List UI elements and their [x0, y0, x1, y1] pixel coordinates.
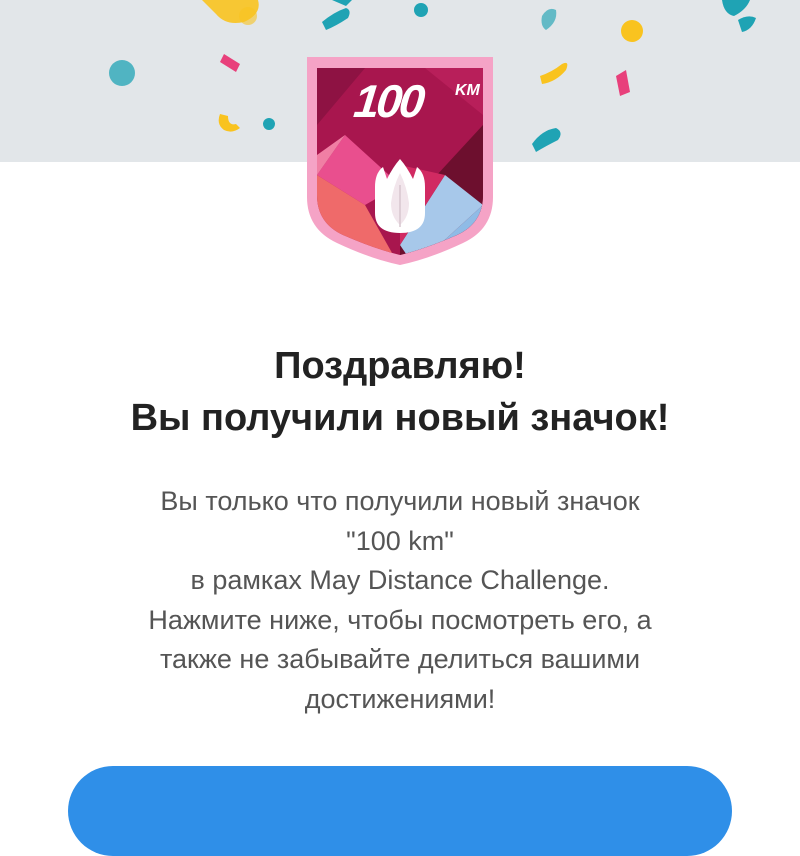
- confetti-piece: [332, 0, 352, 6]
- page-title: Поздравляю! Вы получили новый значок!: [0, 340, 800, 444]
- confetti-piece: [218, 114, 240, 132]
- confetti-piece: [263, 118, 275, 130]
- confetti-piece: [621, 20, 643, 42]
- title-line-2: Вы получили новый значок!: [130, 397, 670, 439]
- badge-value: 100: [351, 75, 428, 127]
- confetti-piece: [322, 8, 350, 30]
- message-line: Нажмите ниже, чтобы посмотреть его, а: [148, 604, 652, 635]
- badge-message: Вы только что получили новый значок "100…: [40, 482, 760, 719]
- confetti-piece: [722, 0, 750, 16]
- title-line-1: Поздравляю!: [274, 345, 526, 387]
- message-line: также не забывайте делиться вашими: [159, 644, 641, 674]
- badge-unit: KM: [455, 82, 481, 99]
- confetti-piece: [532, 128, 561, 152]
- view-badge-button[interactable]: [68, 766, 732, 856]
- message-line: в рамках May Distance Challenge.: [190, 565, 610, 595]
- message-line: Вы только что получили новый значок: [160, 486, 640, 516]
- confetti-piece: [738, 16, 756, 32]
- confetti-piece: [414, 3, 428, 17]
- confetti-piece: [616, 70, 630, 96]
- confetti-piece: [541, 8, 557, 30]
- badge-100km: 100 KM: [305, 55, 495, 267]
- confetti-piece: [540, 62, 568, 84]
- confetti-piece: [220, 54, 240, 72]
- confetti-piece: [239, 7, 257, 25]
- confetti-piece: [109, 60, 135, 86]
- tulip-icon: [375, 159, 425, 233]
- message-line: достижениями!: [304, 683, 496, 714]
- message-line: "100 km": [346, 525, 454, 556]
